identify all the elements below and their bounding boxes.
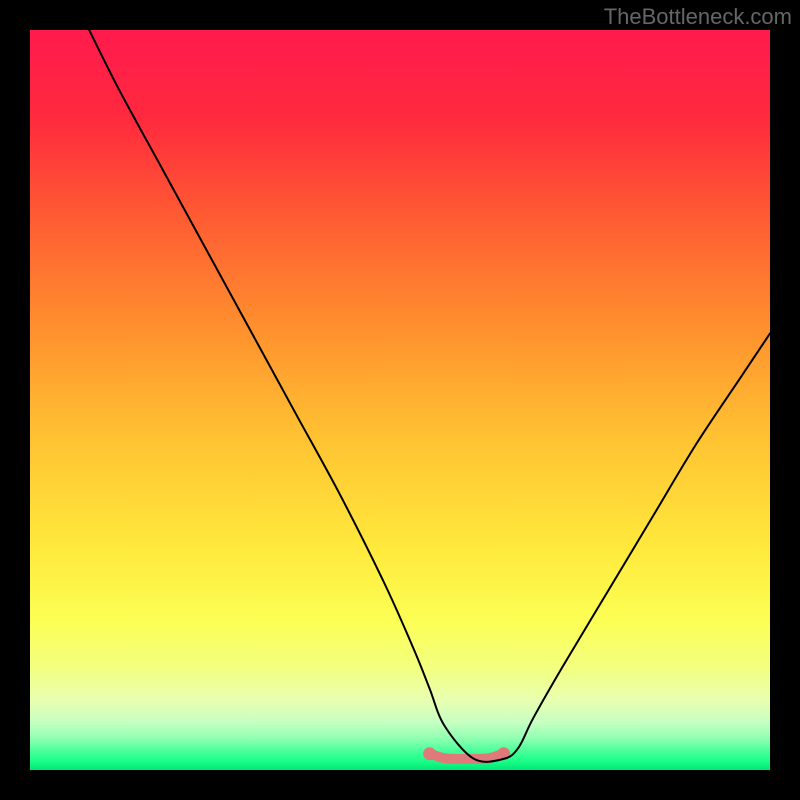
- chart-container: TheBottleneck.com: [0, 0, 800, 800]
- watermark-text: TheBottleneck.com: [604, 4, 792, 30]
- gradient-background: [30, 30, 770, 770]
- plot-area: [30, 30, 770, 770]
